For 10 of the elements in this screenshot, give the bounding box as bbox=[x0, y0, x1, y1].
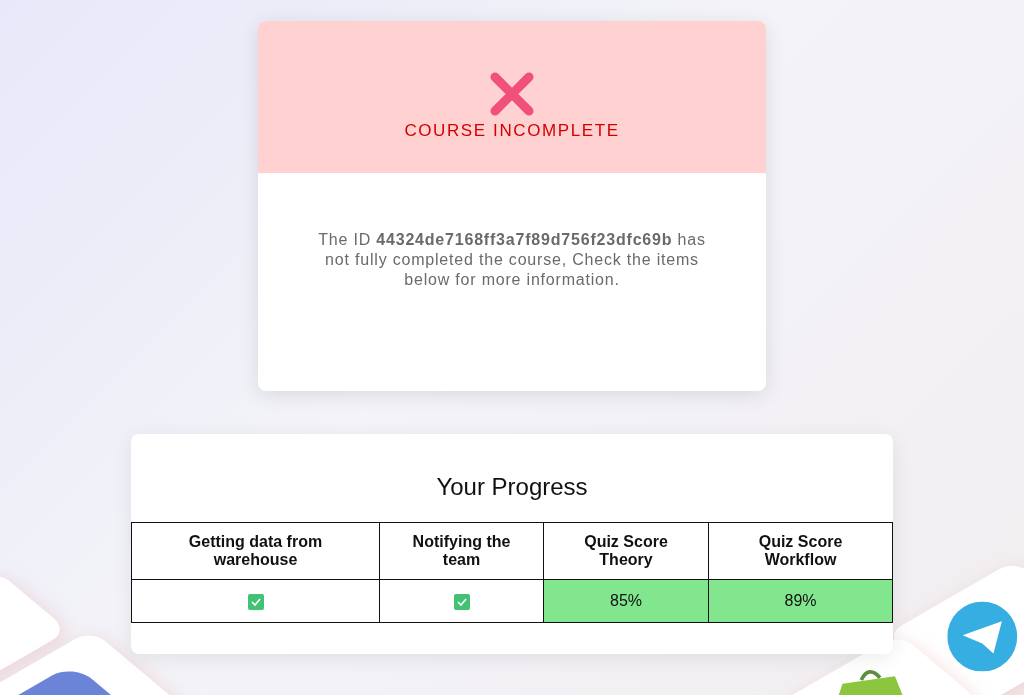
column-header: Getting data from warehouse bbox=[131, 522, 380, 580]
score-cell: 85% bbox=[543, 579, 709, 623]
column-header: Quiz Score Theory bbox=[543, 522, 709, 580]
status-title: COURSE INCOMPLETE bbox=[404, 121, 620, 141]
progress-title: Your Progress bbox=[435, 473, 589, 501]
column-header: Quiz Score Workflow bbox=[708, 522, 893, 580]
column-header: Notifying the team bbox=[379, 522, 544, 580]
score-cell: 89% bbox=[708, 579, 893, 623]
status-message: The ID 44324de7168ff3a7f89d756f23dfc69b has not fully completed the course, Check the items below for more information. bbox=[317, 230, 707, 290]
paper-plane-icon bbox=[947, 601, 1018, 672]
